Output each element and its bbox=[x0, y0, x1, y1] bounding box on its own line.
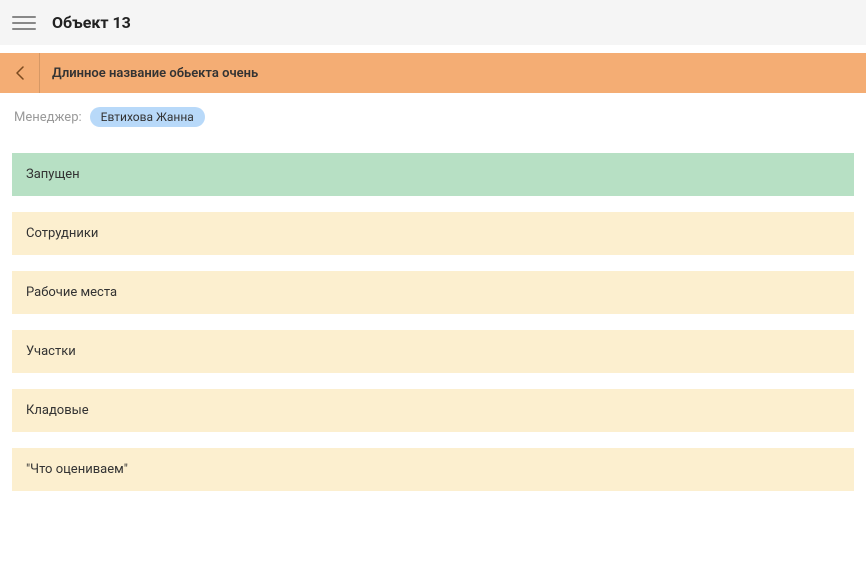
chevron-left-icon bbox=[16, 66, 24, 80]
manager-label: Менеджер: bbox=[14, 110, 82, 125]
page-title: Объект 13 bbox=[52, 13, 131, 32]
section-label: "Что оцениваем" bbox=[26, 462, 128, 477]
section-label: Запущен bbox=[26, 167, 80, 182]
back-button[interactable] bbox=[0, 53, 40, 93]
section-label: Кладовые bbox=[26, 403, 89, 418]
subheader-title: Длинное название обьекта очень bbox=[40, 66, 258, 81]
section-item[interactable]: Запущен bbox=[12, 153, 854, 196]
section-item[interactable]: Кладовые bbox=[12, 389, 854, 432]
section-label: Рабочие места bbox=[26, 285, 117, 300]
section-label: Участки bbox=[26, 344, 76, 359]
subheader: Длинное название обьекта очень bbox=[0, 53, 866, 93]
section-item[interactable]: Участки bbox=[12, 330, 854, 373]
sections-list: Запущен Сотрудники Рабочие места Участки Кла… bbox=[0, 153, 866, 503]
section-item[interactable]: Сотрудники bbox=[12, 212, 854, 255]
topbar: Объект 13 bbox=[0, 0, 866, 45]
section-item[interactable]: Рабочие места bbox=[12, 271, 854, 314]
section-label: Сотрудники bbox=[26, 226, 98, 241]
menu-icon[interactable] bbox=[12, 11, 36, 35]
section-item[interactable]: "Что оцениваем" bbox=[12, 448, 854, 491]
manager-row: Менеджер: Евтихова Жанна bbox=[0, 93, 866, 137]
manager-badge[interactable]: Евтихова Жанна bbox=[90, 107, 205, 127]
